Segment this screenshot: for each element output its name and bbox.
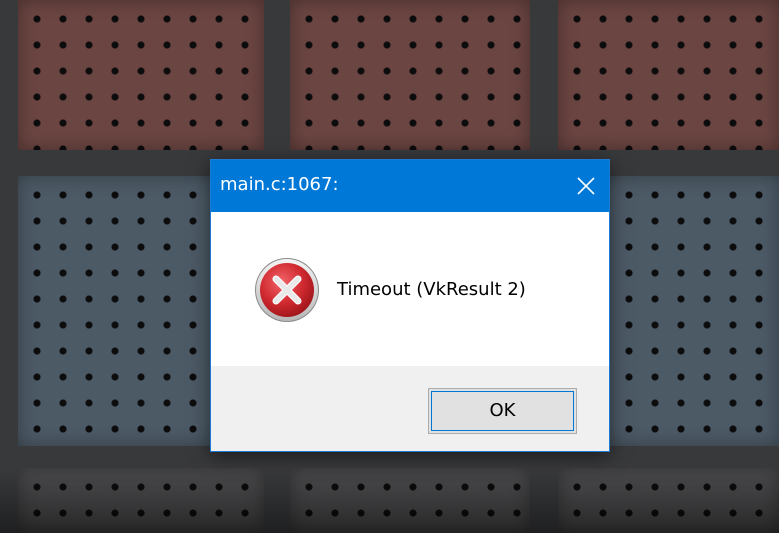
close-button[interactable] bbox=[563, 160, 609, 212]
error-icon bbox=[255, 258, 319, 322]
background-tile bbox=[18, 0, 264, 150]
background-shade bbox=[0, 470, 779, 533]
error-message: Timeout (VkResult 2) bbox=[337, 279, 526, 300]
background-tile bbox=[558, 0, 779, 150]
error-dialog: main.c:1067: Timeout (VkResult 2) OK bbox=[210, 159, 610, 452]
ok-button-label: OK bbox=[489, 400, 516, 421]
dialog-footer: OK bbox=[211, 366, 609, 451]
dialog-title: main.c:1067: bbox=[220, 174, 339, 195]
background-tile bbox=[290, 0, 530, 150]
close-icon bbox=[577, 177, 595, 195]
dialog-content: Timeout (VkResult 2) bbox=[211, 212, 609, 366]
ok-button[interactable]: OK bbox=[428, 388, 577, 434]
dialog-titlebar[interactable]: main.c:1067: bbox=[211, 160, 609, 212]
